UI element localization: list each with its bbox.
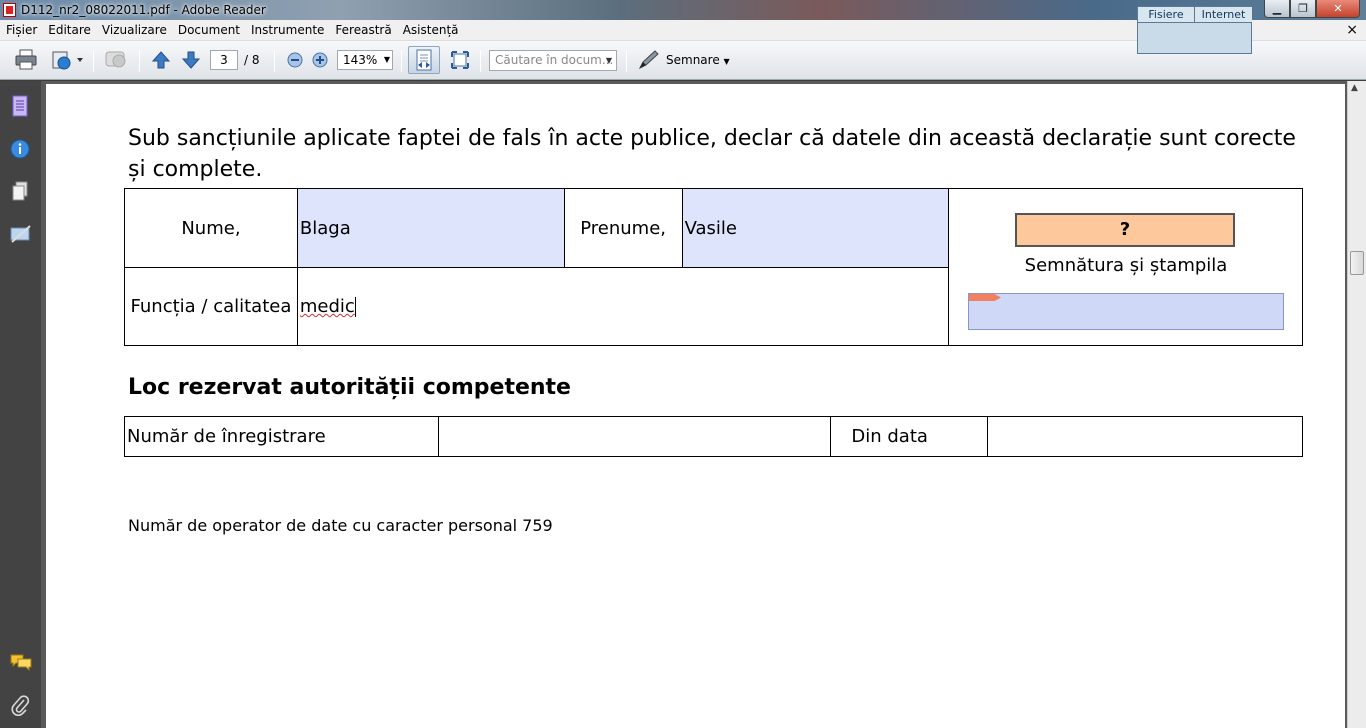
toolbar-separator	[480, 50, 481, 72]
scroll-thumb[interactable]	[1350, 251, 1364, 275]
caret-down-icon: ▼	[723, 57, 730, 66]
vertical-scrollbar[interactable]: ▲	[1347, 81, 1366, 728]
menu-window[interactable]: Fereastră	[329, 23, 396, 37]
zoom-in-button[interactable]	[311, 49, 329, 71]
arrow-down-icon	[181, 51, 201, 69]
paperclip-icon	[11, 695, 30, 716]
signature-help-button[interactable]: ?	[1015, 213, 1235, 247]
firstname-label: Prenume,	[563, 188, 683, 268]
scroll-up-arrow-icon[interactable]: ▲	[1351, 83, 1358, 93]
signature-field[interactable]	[968, 293, 1284, 330]
menu-file[interactable]: Fișier	[0, 23, 42, 37]
menu-document[interactable]: Document	[172, 23, 245, 37]
toolbar-separator	[401, 50, 402, 72]
attachments-pages-button[interactable]	[10, 181, 30, 201]
comment-button[interactable]	[102, 49, 130, 71]
registration-number-field[interactable]	[437, 416, 832, 457]
sign-pen-button[interactable]	[636, 49, 662, 71]
signatures-button[interactable]	[10, 224, 31, 244]
registration-number-label: Număr de înregistrare	[124, 416, 439, 457]
arrow-up-icon	[151, 51, 171, 69]
menu-view[interactable]: Vizualizare	[96, 23, 172, 37]
widget-tab-internet[interactable]: Internet	[1195, 7, 1252, 23]
registration-table: Număr de înregistrare Din data	[124, 416, 1303, 457]
page-total: / 8	[244, 53, 260, 67]
printer-icon	[15, 49, 37, 70]
zoom-out-button[interactable]	[286, 49, 304, 71]
search-placeholder: Căutare în docum...	[495, 53, 614, 67]
attachments-button[interactable]	[10, 694, 30, 716]
signature-pen-icon	[10, 225, 31, 243]
name-label: Nume,	[124, 188, 298, 268]
sign-label: Semnare	[666, 53, 720, 67]
search-input[interactable]: Căutare în docum... ▼	[489, 50, 617, 71]
window-title: D112_nr2_08022011.pdf - Adobe Reader	[21, 3, 266, 17]
navigation-panel	[0, 81, 41, 728]
pdf-page: Sub sancțiunile aplicate faptei de fals …	[46, 84, 1345, 728]
print-button[interactable]	[12, 49, 40, 71]
declaration-text: Sub sancțiunile aplicate faptei de fals …	[128, 126, 1296, 182]
name-field[interactable]: Blaga	[296, 188, 565, 268]
toolbar-separator	[626, 50, 627, 72]
plus-circle-icon	[312, 52, 328, 68]
page-thumbnails-icon	[12, 95, 28, 117]
previous-page-button[interactable]	[150, 49, 172, 71]
share-icon	[52, 51, 83, 70]
pages-icon	[12, 181, 28, 201]
pen-icon	[638, 50, 659, 70]
signature-flag-icon	[969, 294, 1001, 301]
menu-tools[interactable]: Instrumente	[245, 23, 329, 37]
toolbar-separator	[93, 50, 94, 72]
info-icon	[10, 139, 30, 159]
minimize-button[interactable]: ▁	[1264, 0, 1290, 18]
minus-circle-icon	[287, 52, 303, 68]
zoom-select[interactable]: 143% ▼	[337, 50, 393, 70]
chevron-down-icon: ▼	[605, 56, 612, 65]
toolbar-separator	[274, 50, 275, 72]
text-cursor	[354, 297, 356, 317]
authority-section-title: Loc rezervat autorității competente	[128, 375, 571, 400]
page-number-input[interactable]: 3	[210, 50, 238, 70]
operator-number-text: Număr de operator de date cu caracter pe…	[128, 516, 553, 535]
chevron-down-icon: ▼	[383, 55, 390, 64]
fit-window-icon	[451, 51, 469, 69]
zoom-value: 143%	[343, 53, 378, 67]
toolbar-separator	[139, 50, 140, 72]
window-controls: ▁ ❐ ✕	[1264, 0, 1360, 18]
comments-button[interactable]	[10, 652, 32, 672]
sign-menu-button[interactable]: Semnare ▼	[666, 53, 730, 67]
maximize-button[interactable]: ❐	[1290, 0, 1316, 18]
page-thumbnails-button[interactable]	[10, 95, 30, 117]
function-value: medic	[299, 296, 355, 317]
menu-edit[interactable]: Editare	[42, 23, 96, 37]
fit-page-button[interactable]	[408, 46, 440, 74]
close-button[interactable]: ✕	[1316, 0, 1360, 18]
function-label: Funcția / calitatea	[124, 267, 298, 346]
pdf-app-icon	[3, 3, 16, 17]
firstname-field[interactable]: Vasile	[681, 188, 950, 268]
signature-label: Semnătura și ștampila	[1024, 255, 1228, 276]
next-page-button[interactable]	[180, 49, 202, 71]
close-document-button[interactable]: ×	[1346, 22, 1358, 38]
widget-tab-fisiere[interactable]: Fisiere	[1138, 7, 1195, 23]
function-field[interactable]: medic	[296, 267, 950, 346]
document-info-button[interactable]	[10, 139, 30, 159]
comment-disabled-icon	[105, 51, 126, 68]
comment-bubbles-icon	[10, 654, 32, 672]
document-viewport: Sub sancțiunile aplicate faptei de fals …	[41, 81, 1347, 728]
share-button[interactable]	[48, 49, 86, 71]
desktop-widget: Fisiere Internet	[1137, 6, 1252, 54]
registration-date-field[interactable]	[987, 416, 1303, 457]
registration-date-label: Din data	[830, 416, 989, 457]
fit-page-icon	[416, 49, 432, 71]
menu-help[interactable]: Asistență	[397, 23, 464, 37]
full-screen-button[interactable]	[449, 49, 471, 71]
